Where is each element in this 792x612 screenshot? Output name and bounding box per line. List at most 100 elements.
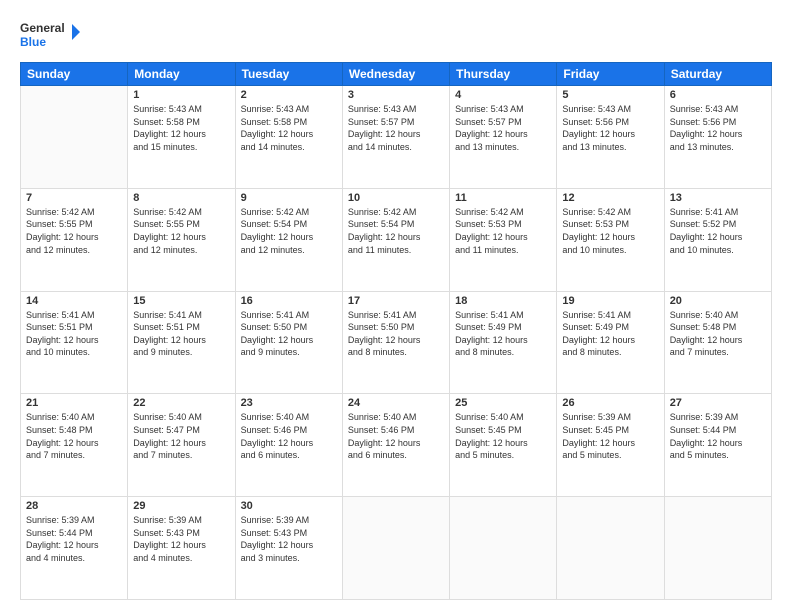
- day-number: 26: [562, 397, 658, 409]
- calendar-cell: 21Sunrise: 5:40 AM Sunset: 5:48 PM Dayli…: [21, 394, 128, 497]
- week-row-3: 14Sunrise: 5:41 AM Sunset: 5:51 PM Dayli…: [21, 291, 772, 394]
- calendar-cell: 5Sunrise: 5:43 AM Sunset: 5:56 PM Daylig…: [557, 86, 664, 189]
- day-number: 4: [455, 89, 551, 101]
- weekday-header-sunday: Sunday: [21, 63, 128, 86]
- day-number: 30: [241, 500, 337, 512]
- header: General Blue: [20, 16, 772, 54]
- weekday-header-saturday: Saturday: [664, 63, 771, 86]
- day-info: Sunrise: 5:42 AM Sunset: 5:55 PM Dayligh…: [133, 206, 229, 256]
- week-row-5: 28Sunrise: 5:39 AM Sunset: 5:44 PM Dayli…: [21, 497, 772, 600]
- day-number: 9: [241, 192, 337, 204]
- calendar-cell: 6Sunrise: 5:43 AM Sunset: 5:56 PM Daylig…: [664, 86, 771, 189]
- weekday-header-thursday: Thursday: [450, 63, 557, 86]
- calendar-cell: 24Sunrise: 5:40 AM Sunset: 5:46 PM Dayli…: [342, 394, 449, 497]
- calendar-cell: 29 Sunrise: 5:39 AM Sunset: 5:43 PM Dayli…: [128, 497, 235, 600]
- calendar-cell: 4 Sunrise: 5:43 AM Sunset: 5:57 PM Daylig…: [450, 86, 557, 189]
- day-info: Sunrise: 5:39 AM Sunset: 5:43 PM Dayligh…: [133, 514, 229, 564]
- day-number: 10: [348, 192, 444, 204]
- day-number: 13: [670, 192, 766, 204]
- day-number: 2: [241, 89, 337, 101]
- calendar-cell: [450, 497, 557, 600]
- day-info: Sunrise: 5:40 AM Sunset: 5:45 PM Dayligh…: [455, 411, 551, 461]
- day-info: Sunrise: 5:41 AM Sunset: 5:50 PM Dayligh…: [241, 309, 337, 359]
- day-number: 24: [348, 397, 444, 409]
- calendar-cell: 1 Sunrise: 5:43 AM Sunset: 5:58 PM Daylig…: [128, 86, 235, 189]
- day-number: 27: [670, 397, 766, 409]
- svg-text:General: General: [20, 21, 65, 35]
- calendar-cell: 18 Sunrise: 5:41 AM Sunset: 5:49 PM Dayli…: [450, 291, 557, 394]
- day-number: 8: [133, 192, 229, 204]
- calendar-cell: 22 Sunrise: 5:40 AM Sunset: 5:47 PM Dayli…: [128, 394, 235, 497]
- day-info: Sunrise: 5:43 AM Sunset: 5:57 PM Dayligh…: [348, 103, 444, 153]
- calendar-cell: 27 Sunrise: 5:39 AM Sunset: 5:44 PM Dayli…: [664, 394, 771, 497]
- day-info: Sunrise: 5:39 AM Sunset: 5:43 PM Dayligh…: [241, 514, 337, 564]
- day-info: Sunrise: 5:42 AM Sunset: 5:53 PM Dayligh…: [562, 206, 658, 256]
- calendar-cell: 23 Sunrise: 5:40 AM Sunset: 5:46 PM Dayli…: [235, 394, 342, 497]
- day-info: Sunrise: 5:41 AM Sunset: 5:49 PM Dayligh…: [562, 309, 658, 359]
- calendar-cell: 2 Sunrise: 5:43 AM Sunset: 5:58 PM Daylig…: [235, 86, 342, 189]
- calendar-cell: 17Sunrise: 5:41 AM Sunset: 5:50 PM Dayli…: [342, 291, 449, 394]
- day-info: Sunrise: 5:39 AM Sunset: 5:45 PM Dayligh…: [562, 411, 658, 461]
- day-number: 18: [455, 295, 551, 307]
- day-number: 19: [562, 295, 658, 307]
- logo: General Blue: [20, 16, 80, 54]
- day-number: 25: [455, 397, 551, 409]
- calendar-cell: [557, 497, 664, 600]
- day-info: Sunrise: 5:43 AM Sunset: 5:56 PM Dayligh…: [670, 103, 766, 153]
- weekday-header-monday: Monday: [128, 63, 235, 86]
- calendar-cell: 11Sunrise: 5:42 AM Sunset: 5:53 PM Dayli…: [450, 188, 557, 291]
- calendar-cell: 9 Sunrise: 5:42 AM Sunset: 5:54 PM Daylig…: [235, 188, 342, 291]
- calendar-cell: 28Sunrise: 5:39 AM Sunset: 5:44 PM Dayli…: [21, 497, 128, 600]
- day-number: 12: [562, 192, 658, 204]
- weekday-header-row: SundayMondayTuesdayWednesdayThursdayFrid…: [21, 63, 772, 86]
- day-info: Sunrise: 5:40 AM Sunset: 5:47 PM Dayligh…: [133, 411, 229, 461]
- calendar-cell: 10 Sunrise: 5:42 AM Sunset: 5:54 PM Dayli…: [342, 188, 449, 291]
- day-number: 1: [133, 89, 229, 101]
- calendar-cell: 14Sunrise: 5:41 AM Sunset: 5:51 PM Dayli…: [21, 291, 128, 394]
- calendar-table: SundayMondayTuesdayWednesdayThursdayFrid…: [20, 62, 772, 600]
- weekday-header-tuesday: Tuesday: [235, 63, 342, 86]
- day-info: Sunrise: 5:43 AM Sunset: 5:57 PM Dayligh…: [455, 103, 551, 153]
- day-number: 15: [133, 295, 229, 307]
- day-info: Sunrise: 5:40 AM Sunset: 5:48 PM Dayligh…: [670, 309, 766, 359]
- day-info: Sunrise: 5:42 AM Sunset: 5:54 PM Dayligh…: [348, 206, 444, 256]
- day-number: 7: [26, 192, 122, 204]
- calendar-cell: [664, 497, 771, 600]
- day-info: Sunrise: 5:40 AM Sunset: 5:48 PM Dayligh…: [26, 411, 122, 461]
- day-info: Sunrise: 5:39 AM Sunset: 5:44 PM Dayligh…: [670, 411, 766, 461]
- calendar-cell: [21, 86, 128, 189]
- week-row-2: 7 Sunrise: 5:42 AM Sunset: 5:55 PM Daylig…: [21, 188, 772, 291]
- weekday-header-friday: Friday: [557, 63, 664, 86]
- day-info: Sunrise: 5:42 AM Sunset: 5:55 PM Dayligh…: [26, 206, 122, 256]
- calendar-cell: 25 Sunrise: 5:40 AM Sunset: 5:45 PM Dayli…: [450, 394, 557, 497]
- day-info: Sunrise: 5:39 AM Sunset: 5:44 PM Dayligh…: [26, 514, 122, 564]
- week-row-1: 1 Sunrise: 5:43 AM Sunset: 5:58 PM Daylig…: [21, 86, 772, 189]
- day-info: Sunrise: 5:41 AM Sunset: 5:50 PM Dayligh…: [348, 309, 444, 359]
- calendar-cell: 3 Sunrise: 5:43 AM Sunset: 5:57 PM Daylig…: [342, 86, 449, 189]
- day-info: Sunrise: 5:40 AM Sunset: 5:46 PM Dayligh…: [241, 411, 337, 461]
- weekday-header-wednesday: Wednesday: [342, 63, 449, 86]
- day-info: Sunrise: 5:41 AM Sunset: 5:51 PM Dayligh…: [26, 309, 122, 359]
- calendar-cell: 12 Sunrise: 5:42 AM Sunset: 5:53 PM Dayli…: [557, 188, 664, 291]
- day-info: Sunrise: 5:43 AM Sunset: 5:58 PM Dayligh…: [133, 103, 229, 153]
- logo-svg: General Blue: [20, 16, 80, 54]
- day-info: Sunrise: 5:42 AM Sunset: 5:54 PM Dayligh…: [241, 206, 337, 256]
- calendar-cell: 7 Sunrise: 5:42 AM Sunset: 5:55 PM Daylig…: [21, 188, 128, 291]
- calendar-cell: 19 Sunrise: 5:41 AM Sunset: 5:49 PM Dayli…: [557, 291, 664, 394]
- day-number: 29: [133, 500, 229, 512]
- calendar-cell: 8 Sunrise: 5:42 AM Sunset: 5:55 PM Daylig…: [128, 188, 235, 291]
- calendar-cell: 30 Sunrise: 5:39 AM Sunset: 5:43 PM Dayli…: [235, 497, 342, 600]
- day-info: Sunrise: 5:43 AM Sunset: 5:58 PM Dayligh…: [241, 103, 337, 153]
- calendar-cell: 15Sunrise: 5:41 AM Sunset: 5:51 PM Dayli…: [128, 291, 235, 394]
- calendar-cell: 13 Sunrise: 5:41 AM Sunset: 5:52 PM Dayli…: [664, 188, 771, 291]
- day-number: 23: [241, 397, 337, 409]
- page: General Blue SundayMondayTuesdayWednesda…: [0, 0, 792, 612]
- calendar-cell: [342, 497, 449, 600]
- week-row-4: 21Sunrise: 5:40 AM Sunset: 5:48 PM Dayli…: [21, 394, 772, 497]
- day-info: Sunrise: 5:43 AM Sunset: 5:56 PM Dayligh…: [562, 103, 658, 153]
- day-info: Sunrise: 5:41 AM Sunset: 5:49 PM Dayligh…: [455, 309, 551, 359]
- day-number: 22: [133, 397, 229, 409]
- day-number: 3: [348, 89, 444, 101]
- svg-text:Blue: Blue: [20, 35, 46, 49]
- day-info: Sunrise: 5:41 AM Sunset: 5:52 PM Dayligh…: [670, 206, 766, 256]
